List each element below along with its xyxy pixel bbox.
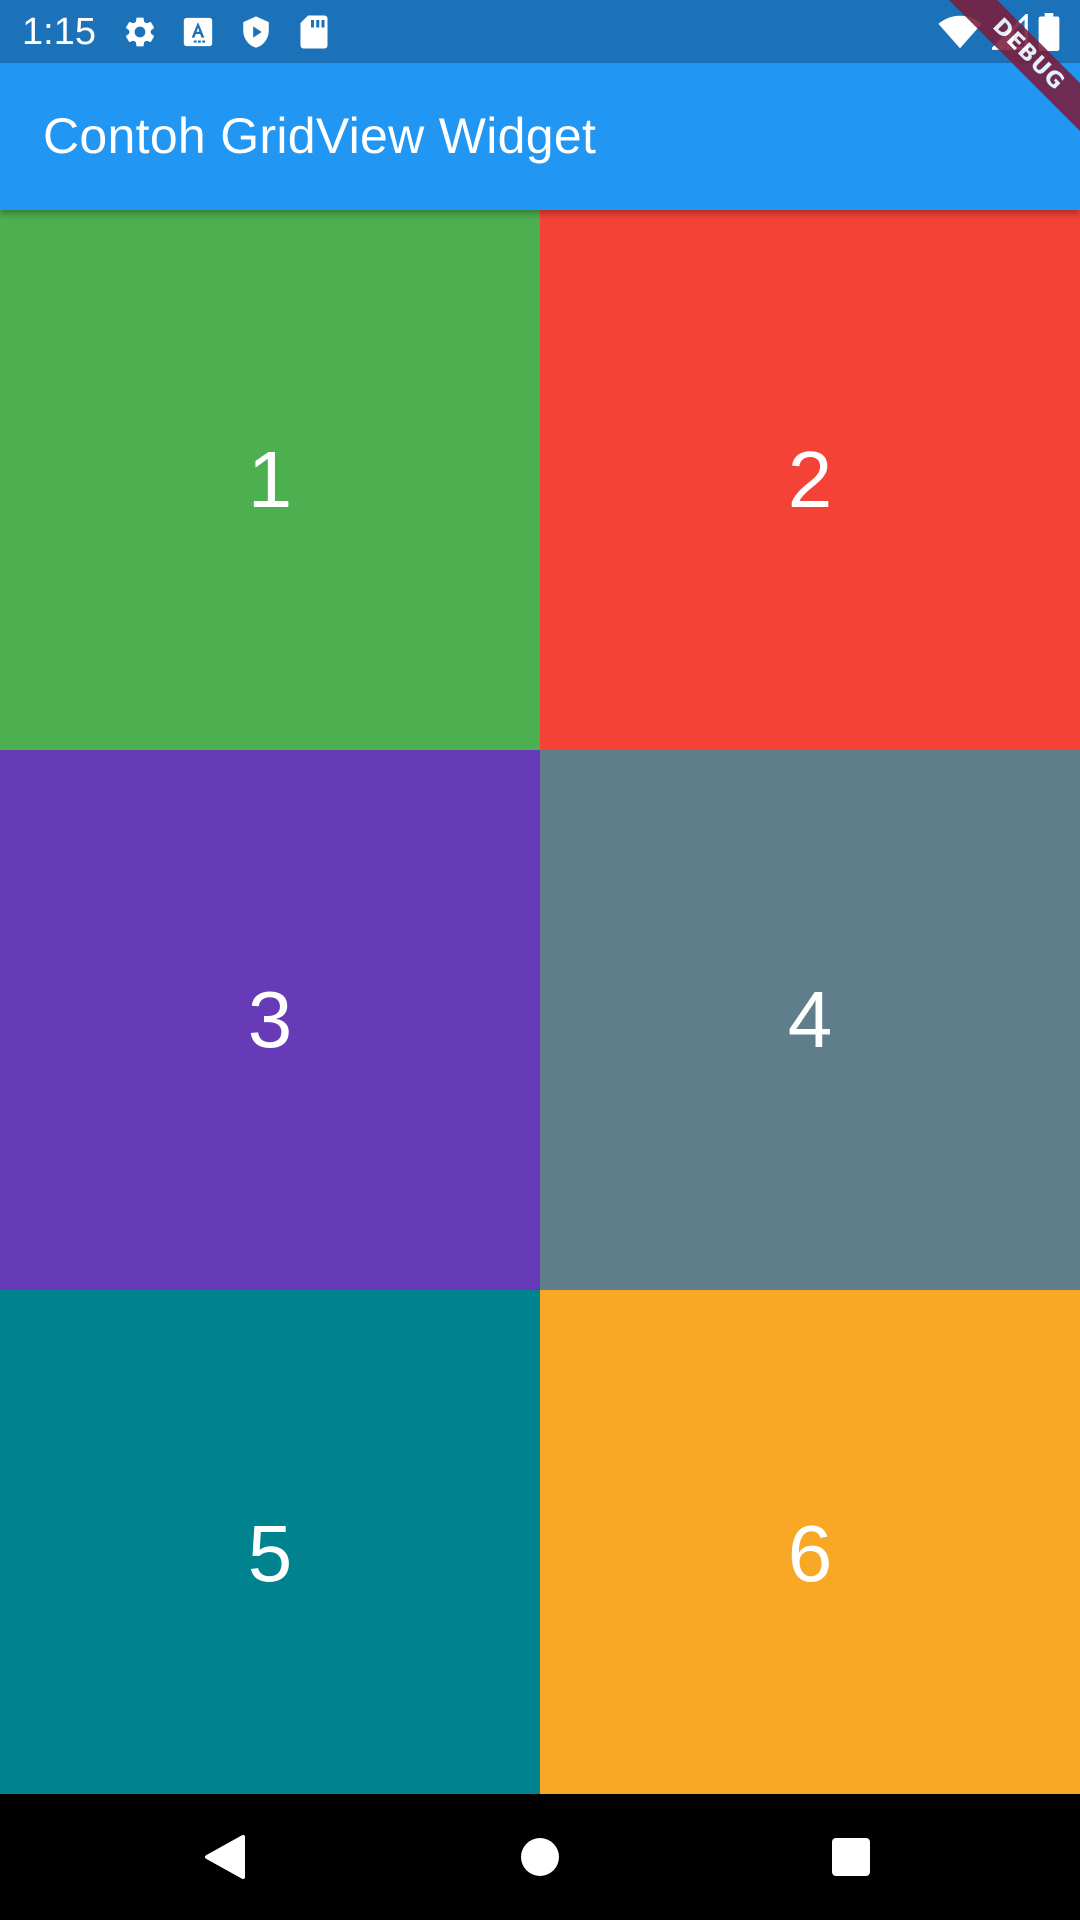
page-title: Contoh GridView Widget	[43, 108, 597, 164]
grid-tile-label: 2	[787, 435, 833, 524]
grid-tile[interactable]: 3	[0, 750, 540, 1290]
back-icon	[205, 1835, 245, 1879]
grid-tile-label: 3	[247, 975, 293, 1064]
grid-tile-label: 6	[787, 1509, 833, 1598]
home-icon	[521, 1838, 559, 1876]
status-time: 1:15	[22, 11, 96, 53]
back-button[interactable]	[192, 1824, 258, 1890]
status-bar: 1:15	[0, 0, 1080, 63]
notification-icons	[120, 12, 352, 52]
a-text-icon	[178, 12, 218, 52]
grid-tile[interactable]: 2	[540, 210, 1080, 750]
grid-tile[interactable]: 5	[0, 1290, 540, 1794]
system-nav-bar	[0, 1794, 1080, 1920]
app-bar: Contoh GridView Widget	[0, 63, 1080, 210]
grid-tile[interactable]: 6	[540, 1290, 1080, 1794]
home-button[interactable]	[507, 1824, 573, 1890]
grid-tile-label: 5	[247, 1509, 293, 1598]
sd-card-icon	[294, 12, 334, 52]
grid-tile[interactable]: 1	[0, 210, 540, 750]
grid-view[interactable]: 1 2 3 4 5 6	[0, 210, 1080, 1794]
grid-tile[interactable]: 4	[540, 750, 1080, 1290]
grid-tile-label: 1	[247, 435, 293, 524]
play-shield-icon	[236, 12, 276, 52]
recents-icon	[832, 1838, 870, 1876]
grid-tile-label: 4	[787, 975, 833, 1064]
gear-icon	[120, 12, 160, 52]
recents-button[interactable]	[818, 1824, 884, 1890]
phone-screen: 1:15 Contoh GridView Widget DEBUG 1 2 3 …	[0, 0, 1080, 1920]
